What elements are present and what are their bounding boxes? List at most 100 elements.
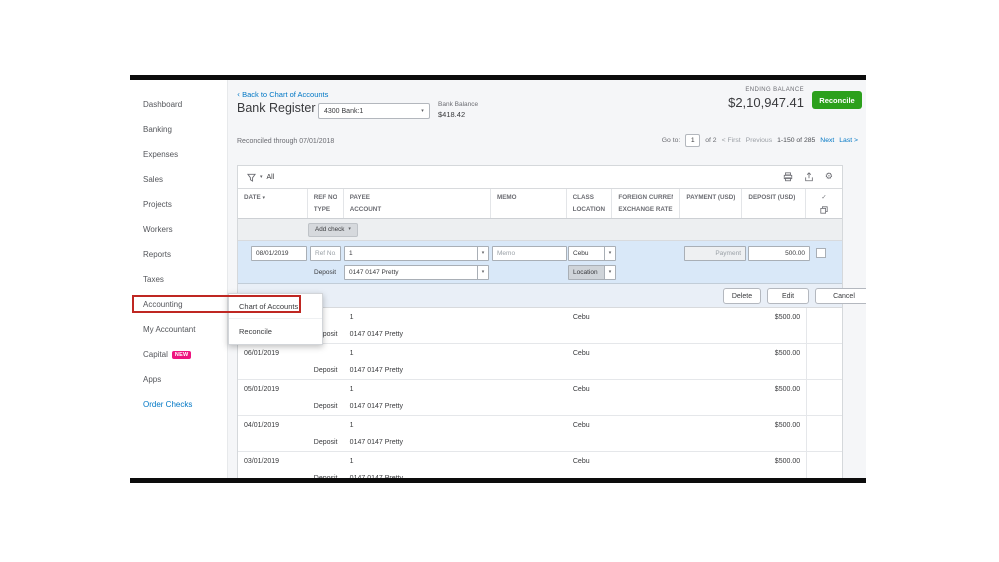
- cell-foreign-currency: [613, 308, 681, 343]
- add-check-label: Add check: [315, 226, 344, 233]
- edit-class-select[interactable]: Cebu ▾: [568, 246, 616, 261]
- header-payment: PAYMENT (USD): [680, 189, 742, 218]
- edit-location-select[interactable]: Location ▾: [568, 265, 616, 280]
- sidebar-item-taxes[interactable]: Taxes: [130, 267, 227, 292]
- cell-class-location: Cebu: [567, 308, 613, 343]
- cell-class-location: Cebu: [567, 452, 613, 478]
- cell-check[interactable]: [806, 344, 842, 379]
- edit-button[interactable]: Edit: [767, 288, 809, 304]
- cell-deposit: $500.00: [742, 308, 806, 343]
- account-select[interactable]: 4300 Bank:1 ▾: [318, 103, 430, 119]
- table-row[interactable]: 03/01/2019 Deposit 10147 0147 Pretty Ceb…: [238, 452, 842, 478]
- sidebar-item-label: Dashboard: [143, 100, 182, 109]
- header-class-location: CLASSLOCATION: [567, 189, 613, 218]
- add-transaction-row: Add check ▾: [238, 219, 842, 241]
- cell-memo: [491, 452, 567, 478]
- cell-deposit: $500.00: [742, 344, 806, 379]
- chevron-down-icon: ▾: [609, 251, 612, 256]
- chevron-down-icon: ▾: [609, 270, 612, 275]
- app-window: Dashboard Banking Expenses Sales Project…: [130, 75, 866, 483]
- cell-date: 03/01/2019: [238, 452, 308, 478]
- sidebar-item-expenses[interactable]: Expenses: [130, 142, 227, 167]
- reconciled-through-text: Reconciled through 07/01/2018: [237, 138, 334, 145]
- reconcile-button[interactable]: Reconcile: [812, 91, 862, 109]
- ending-balance-value: $2,10,947.41: [728, 95, 804, 110]
- cell-class-location: Cebu: [567, 344, 613, 379]
- last-page-link[interactable]: Last >: [839, 137, 858, 144]
- header-date[interactable]: DATE ▾: [238, 189, 308, 218]
- cell-class-location: Cebu: [567, 380, 613, 415]
- cell-check[interactable]: [806, 452, 842, 478]
- table-row[interactable]: 06/01/2019 Deposit 10147 0147 Pretty Ceb…: [238, 344, 842, 380]
- cell-payee-account: 10147 0147 Pretty: [344, 452, 491, 478]
- cell-payment: [681, 452, 743, 478]
- sidebar-item-label: Capital: [143, 350, 168, 359]
- cell-foreign-currency: [613, 380, 681, 415]
- table-row[interactable]: 05/01/2019 Deposit 10147 0147 Pretty Ceb…: [238, 380, 842, 416]
- next-page-link[interactable]: Next: [820, 137, 834, 144]
- edit-account-select[interactable]: 0147 0147 Pretty ▾: [344, 265, 489, 280]
- cell-date: 04/01/2019: [238, 416, 308, 451]
- sidebar-item-capital[interactable]: CapitalNEW: [130, 342, 227, 367]
- edit-payee-select[interactable]: 1 ▾: [344, 246, 489, 261]
- cell-memo: [491, 308, 567, 343]
- edit-date-input[interactable]: [251, 246, 307, 261]
- sidebar-item-label: Sales: [143, 175, 163, 184]
- sidebar-item-workers[interactable]: Workers: [130, 217, 227, 242]
- cell-payment: [681, 416, 743, 451]
- edit-memo-input[interactable]: [492, 246, 567, 261]
- sidebar-item-my-accountant[interactable]: My Accountant: [130, 317, 227, 342]
- sidebar-item-sales[interactable]: Sales: [130, 167, 227, 192]
- cell-ref-type: Deposit: [308, 380, 344, 415]
- table-header-row: DATE ▾ REF NO.TYPE PAYEEACCOUNT MEMO CLA…: [238, 189, 842, 219]
- copy-icon: [820, 206, 828, 214]
- filter-caret-icon[interactable]: ▾: [260, 175, 263, 180]
- cell-check[interactable]: [806, 380, 842, 415]
- table-row[interactable]: 04/01/2019 Deposit 10147 0147 Pretty Ceb…: [238, 416, 842, 452]
- delete-button[interactable]: Delete: [723, 288, 761, 304]
- account-select-value: 4300 Bank:1: [319, 108, 416, 115]
- cell-ref-type: Deposit: [308, 344, 344, 379]
- sidebar-item-label: Projects: [143, 200, 172, 209]
- filter-all-label: All: [267, 174, 275, 181]
- sidebar-item-order-checks[interactable]: Order Checks: [130, 392, 227, 417]
- transaction-edit-row: 1 ▾ Cebu ▾ Deposit 0147 0147 Pretty ▾ Lo…: [238, 241, 842, 284]
- cell-deposit: $500.00: [742, 452, 806, 478]
- cell-payee-account: 10147 0147 Pretty: [344, 308, 491, 343]
- edit-deposit-input[interactable]: [748, 246, 810, 261]
- cell-check[interactable]: [806, 416, 842, 451]
- print-icon[interactable]: [783, 172, 793, 182]
- edit-refno-input[interactable]: [310, 246, 341, 261]
- cell-ref-type: Deposit: [308, 452, 344, 478]
- back-to-chart-of-accounts-link[interactable]: ‹ Back to Chart of Accounts: [237, 90, 328, 99]
- first-page-link[interactable]: < First: [722, 137, 741, 144]
- sidebar-item-label: Reports: [143, 250, 171, 259]
- ending-balance-label: ENDING BALANCE: [728, 87, 804, 93]
- cell-foreign-currency: [613, 416, 681, 451]
- edit-cleared-checkbox[interactable]: [816, 248, 826, 258]
- sidebar-item-banking[interactable]: Banking: [130, 117, 227, 142]
- sidebar-item-projects[interactable]: Projects: [130, 192, 227, 217]
- chevron-down-icon: ▾: [482, 270, 485, 275]
- sidebar-item-apps[interactable]: Apps: [130, 367, 227, 392]
- table-row[interactable]: Deposit 10147 0147 Pretty Cebu $500.00: [238, 308, 842, 344]
- edit-payment-input[interactable]: [684, 246, 746, 261]
- cell-payee-account: 10147 0147 Pretty: [344, 416, 491, 451]
- header-ref-type: REF NO.TYPE: [308, 189, 344, 218]
- gear-icon[interactable]: ⚙: [825, 173, 833, 182]
- submenu-item-reconcile[interactable]: Reconcile: [229, 319, 322, 344]
- export-icon[interactable]: [804, 172, 814, 182]
- sidebar-item-label: Workers: [143, 225, 173, 234]
- sidebar-item-dashboard[interactable]: Dashboard: [130, 92, 227, 117]
- previous-page-link[interactable]: Previous: [746, 137, 772, 144]
- row-range-label: 1-150 of 285: [777, 137, 815, 144]
- goto-page-input[interactable]: [685, 134, 700, 147]
- add-check-button[interactable]: Add check ▾: [308, 223, 358, 237]
- sidebar-item-label: Expenses: [143, 150, 178, 159]
- cell-payment: [681, 380, 743, 415]
- chevron-down-icon: ▾: [482, 251, 485, 256]
- cell-check[interactable]: [806, 308, 842, 343]
- sidebar-item-reports[interactable]: Reports: [130, 242, 227, 267]
- filter-funnel-icon[interactable]: [247, 173, 256, 182]
- cancel-button[interactable]: Cancel: [815, 288, 866, 304]
